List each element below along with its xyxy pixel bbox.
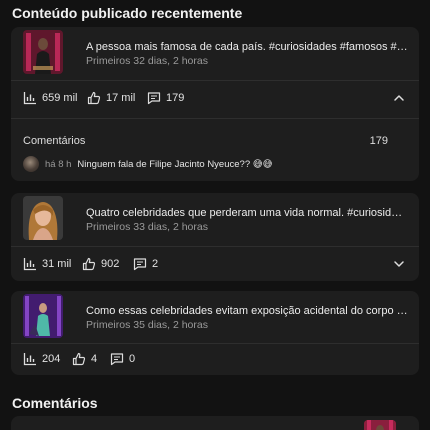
likes-count: 902 [101,258,120,270]
thumbs-up-icon [72,352,86,366]
comment-icon [110,353,124,366]
views-count: 204 [42,353,61,365]
post-thumbnail-1[interactable] [23,30,63,74]
views-stat-1: 659 mil [23,91,77,105]
views-count: 31 mil [42,258,72,270]
likes-count: 17 mil [106,92,136,104]
chevron-down-icon[interactable] [392,257,406,271]
post-meta-3: Primeiros 35 dias, 2 horas [86,319,208,331]
comment-text: Ninguem fala de Filipe Jacinto Nyeuce?? … [77,158,273,170]
thumbs-up-icon [87,91,101,105]
post-title-2[interactable]: Quatro celebridades que perderam uma vid… [86,207,408,219]
comments-count: 179 [166,92,185,104]
bar-chart-icon [23,258,36,271]
comments-section-title: Comentários [12,395,98,411]
comment-thumbnail-partial [364,420,396,430]
post-title-1[interactable]: A pessoa mais famosa de cada país. #curi… [86,41,408,53]
comment-time: há 8 h [45,158,72,170]
likes-stat-2: 902 [82,257,119,271]
likes-count: 4 [91,353,98,365]
comments-stat-2: 2 [133,257,158,271]
views-stat-2: 31 mil [23,257,71,271]
comment-card-partial[interactable] [11,416,419,430]
bar-chart-icon [23,353,36,366]
likes-stat-1: 17 mil [87,91,135,105]
views-stat-3: 204 [23,352,60,366]
comments-panel-label[interactable]: Comentários [23,135,85,147]
comments-count: 2 [152,258,159,270]
comments-stat-1: 179 [147,91,184,105]
comments-panel-count: 179 [369,135,388,147]
post-divider-3 [11,343,419,344]
post-divider-2 [11,246,419,247]
comment-icon [147,92,161,105]
comments-count: 0 [129,353,136,365]
views-count: 659 mil [42,92,78,104]
comment-icon [133,258,147,271]
post-thumbnail-3[interactable] [23,294,63,338]
recent-content-title: Conteúdo publicado recentemente [12,5,243,21]
likes-stat-3: 4 [72,352,97,366]
post-meta-2: Primeiros 33 dias, 2 horas [86,221,208,233]
avatar [23,156,39,172]
post-meta-1: Primeiros 32 dias, 2 horas [86,55,208,67]
post-divider-1 [11,80,419,81]
chevron-up-icon[interactable] [392,91,406,105]
latest-comment[interactable]: há 8 h Ninguem fala de Filipe Jacinto Ny… [23,156,273,172]
post-divider-1b [11,118,419,119]
comments-stat-3: 0 [110,352,135,366]
post-title-3[interactable]: Como essas celebridades evitam exposição… [86,305,408,317]
post-thumbnail-2[interactable] [23,196,63,240]
bar-chart-icon [23,92,36,105]
thumbs-up-icon [82,257,96,271]
